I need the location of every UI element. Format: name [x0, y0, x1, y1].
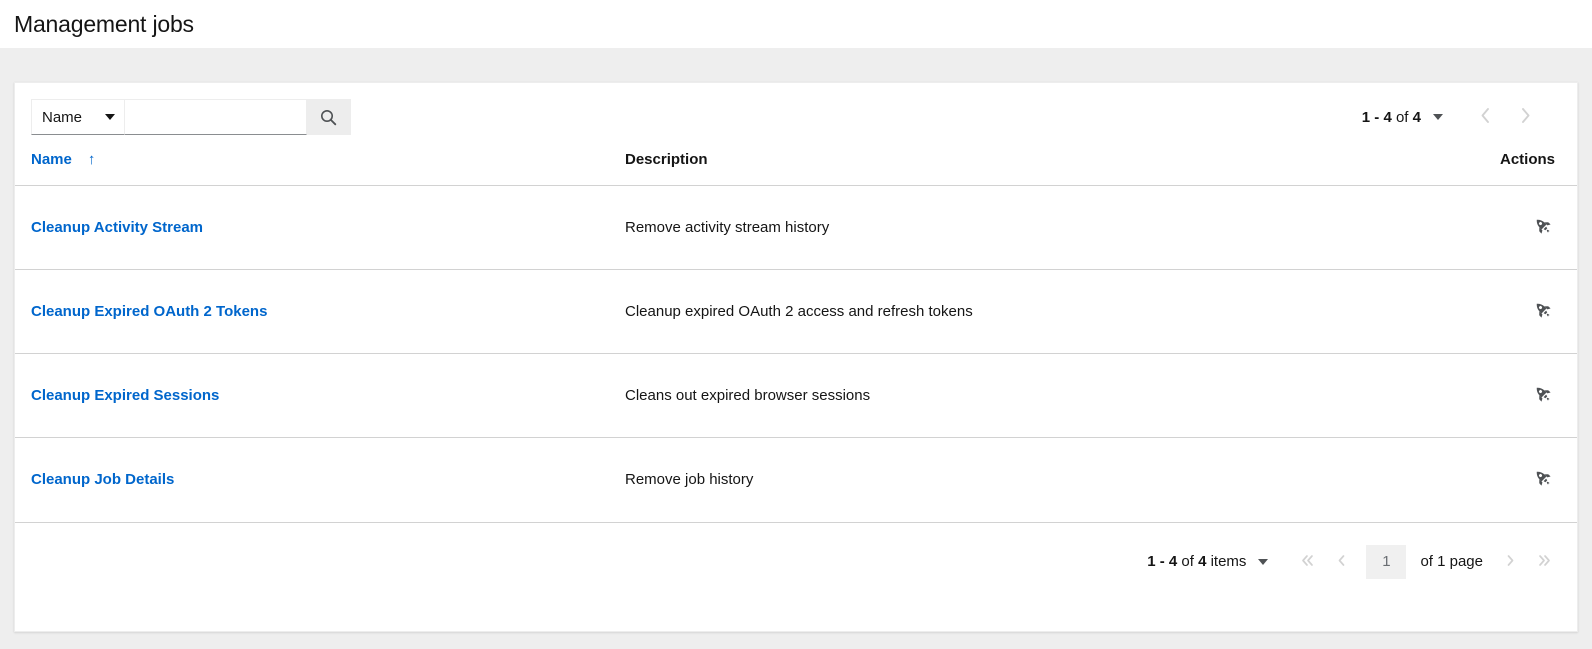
pagination-top-chevron-down-icon[interactable]	[1433, 114, 1443, 120]
pagination-bottom-items-label: items	[1206, 553, 1246, 570]
search-input[interactable]	[125, 99, 307, 135]
pagination-top-next-button[interactable]	[1505, 99, 1545, 135]
pagination-bottom: 1 - 4 of 4 items	[15, 522, 1577, 632]
table-row: Cleanup Activity Stream Remove activity …	[15, 186, 1577, 270]
launch-job-button[interactable]	[1525, 378, 1561, 413]
pagination-top-range-start: 1	[1362, 109, 1370, 126]
management-jobs-table: Name ↑ Description Actions Cleanup Activi…	[15, 151, 1577, 522]
pagination-bottom-range-start: 1	[1147, 553, 1155, 570]
content-card: Name 1 - 4 of 4	[14, 82, 1578, 632]
rocket-launch-icon	[1533, 468, 1553, 491]
rocket-launch-icon	[1533, 300, 1553, 323]
table-body: Cleanup Activity Stream Remove activity …	[15, 186, 1577, 522]
arrow-up-icon[interactable]: ↑	[88, 151, 96, 168]
filter-type-label: Name	[42, 109, 82, 126]
cell-actions	[1485, 438, 1577, 522]
chevron-left-icon	[1480, 107, 1491, 127]
page-body: Name 1 - 4 of 4	[0, 48, 1592, 649]
page-header: Management jobs	[0, 0, 1592, 48]
pagination-bottom-of-label: of	[1177, 553, 1198, 570]
cell-name: Cleanup Expired Sessions	[15, 354, 625, 438]
column-header-description: Description	[625, 151, 1485, 186]
pagination-bottom-range-end: 4	[1169, 553, 1177, 570]
pagination-top: 1 - 4 of 4	[1362, 99, 1561, 135]
pagination-top-total: 4	[1413, 109, 1421, 126]
cell-description: Cleans out expired browser sessions	[625, 354, 1485, 438]
job-link[interactable]: Cleanup Expired Sessions	[31, 387, 219, 404]
table-header-row: Name ↑ Description Actions	[15, 151, 1577, 186]
column-header-name: Name ↑	[15, 151, 625, 186]
pagination-bottom-range-sep: -	[1156, 553, 1169, 570]
pagination-last-page-button[interactable]	[1527, 545, 1561, 579]
cell-description: Cleanup expired OAuth 2 access and refre…	[625, 270, 1485, 354]
pagination-prev-page-button[interactable]	[1324, 545, 1358, 579]
search-icon	[320, 109, 337, 126]
launch-job-button[interactable]	[1525, 210, 1561, 245]
column-header-actions: Actions	[1485, 151, 1577, 186]
launch-job-button[interactable]	[1525, 294, 1561, 329]
pagination-next-page-button[interactable]	[1493, 545, 1527, 579]
table-row: Cleanup Job Details Remove job history	[15, 438, 1577, 522]
page-title: Management jobs	[14, 13, 194, 36]
cell-actions	[1485, 270, 1577, 354]
pagination-first-page-button[interactable]	[1290, 545, 1324, 579]
angle-right-icon	[1503, 553, 1518, 571]
cell-description: Remove job history	[625, 438, 1485, 522]
table-toolbar: Name 1 - 4 of 4	[15, 83, 1577, 151]
pagination-top-summary: 1 - 4 of 4	[1362, 109, 1421, 126]
cell-actions	[1485, 186, 1577, 270]
table-row: Cleanup Expired Sessions Cleans out expi…	[15, 354, 1577, 438]
table-row: Cleanup Expired OAuth 2 Tokens Cleanup e…	[15, 270, 1577, 354]
chevron-right-icon	[1520, 107, 1531, 127]
cell-name: Cleanup Activity Stream	[15, 186, 625, 270]
job-link[interactable]: Cleanup Activity Stream	[31, 219, 203, 236]
cell-description: Remove activity stream history	[625, 186, 1485, 270]
pagination-bottom-inner: 1 - 4 of 4 items	[1147, 545, 1561, 579]
cell-name: Cleanup Job Details	[15, 438, 625, 522]
job-link[interactable]: Cleanup Expired OAuth 2 Tokens	[31, 303, 267, 320]
sort-by-name-link[interactable]: Name	[31, 151, 72, 168]
pagination-bottom-summary: 1 - 4 of 4 items	[1147, 553, 1246, 570]
job-link[interactable]: Cleanup Job Details	[31, 471, 174, 488]
search-filter-group: Name	[31, 99, 351, 135]
cell-name: Cleanup Expired OAuth 2 Tokens	[15, 270, 625, 354]
total-pages-label: of 1 page	[1420, 553, 1483, 570]
pagination-top-of-label: of	[1392, 109, 1413, 126]
angle-double-right-icon	[1537, 553, 1552, 571]
pagination-bottom-chevron-down-icon[interactable]	[1258, 559, 1268, 565]
cell-actions	[1485, 354, 1577, 438]
angle-left-icon	[1334, 553, 1349, 571]
filter-type-select[interactable]: Name	[31, 99, 125, 135]
pagination-top-prev-button[interactable]	[1465, 99, 1505, 135]
angle-double-left-icon	[1300, 553, 1315, 571]
table-head: Name ↑ Description Actions	[15, 151, 1577, 186]
search-button[interactable]	[307, 99, 351, 135]
launch-job-button[interactable]	[1525, 462, 1561, 497]
rocket-launch-icon	[1533, 216, 1553, 239]
pagination-top-range-end: 4	[1383, 109, 1391, 126]
page-number-input[interactable]	[1366, 545, 1406, 579]
pagination-top-range-sep: -	[1370, 109, 1383, 126]
chevron-down-icon	[105, 114, 115, 120]
rocket-launch-icon	[1533, 384, 1553, 407]
